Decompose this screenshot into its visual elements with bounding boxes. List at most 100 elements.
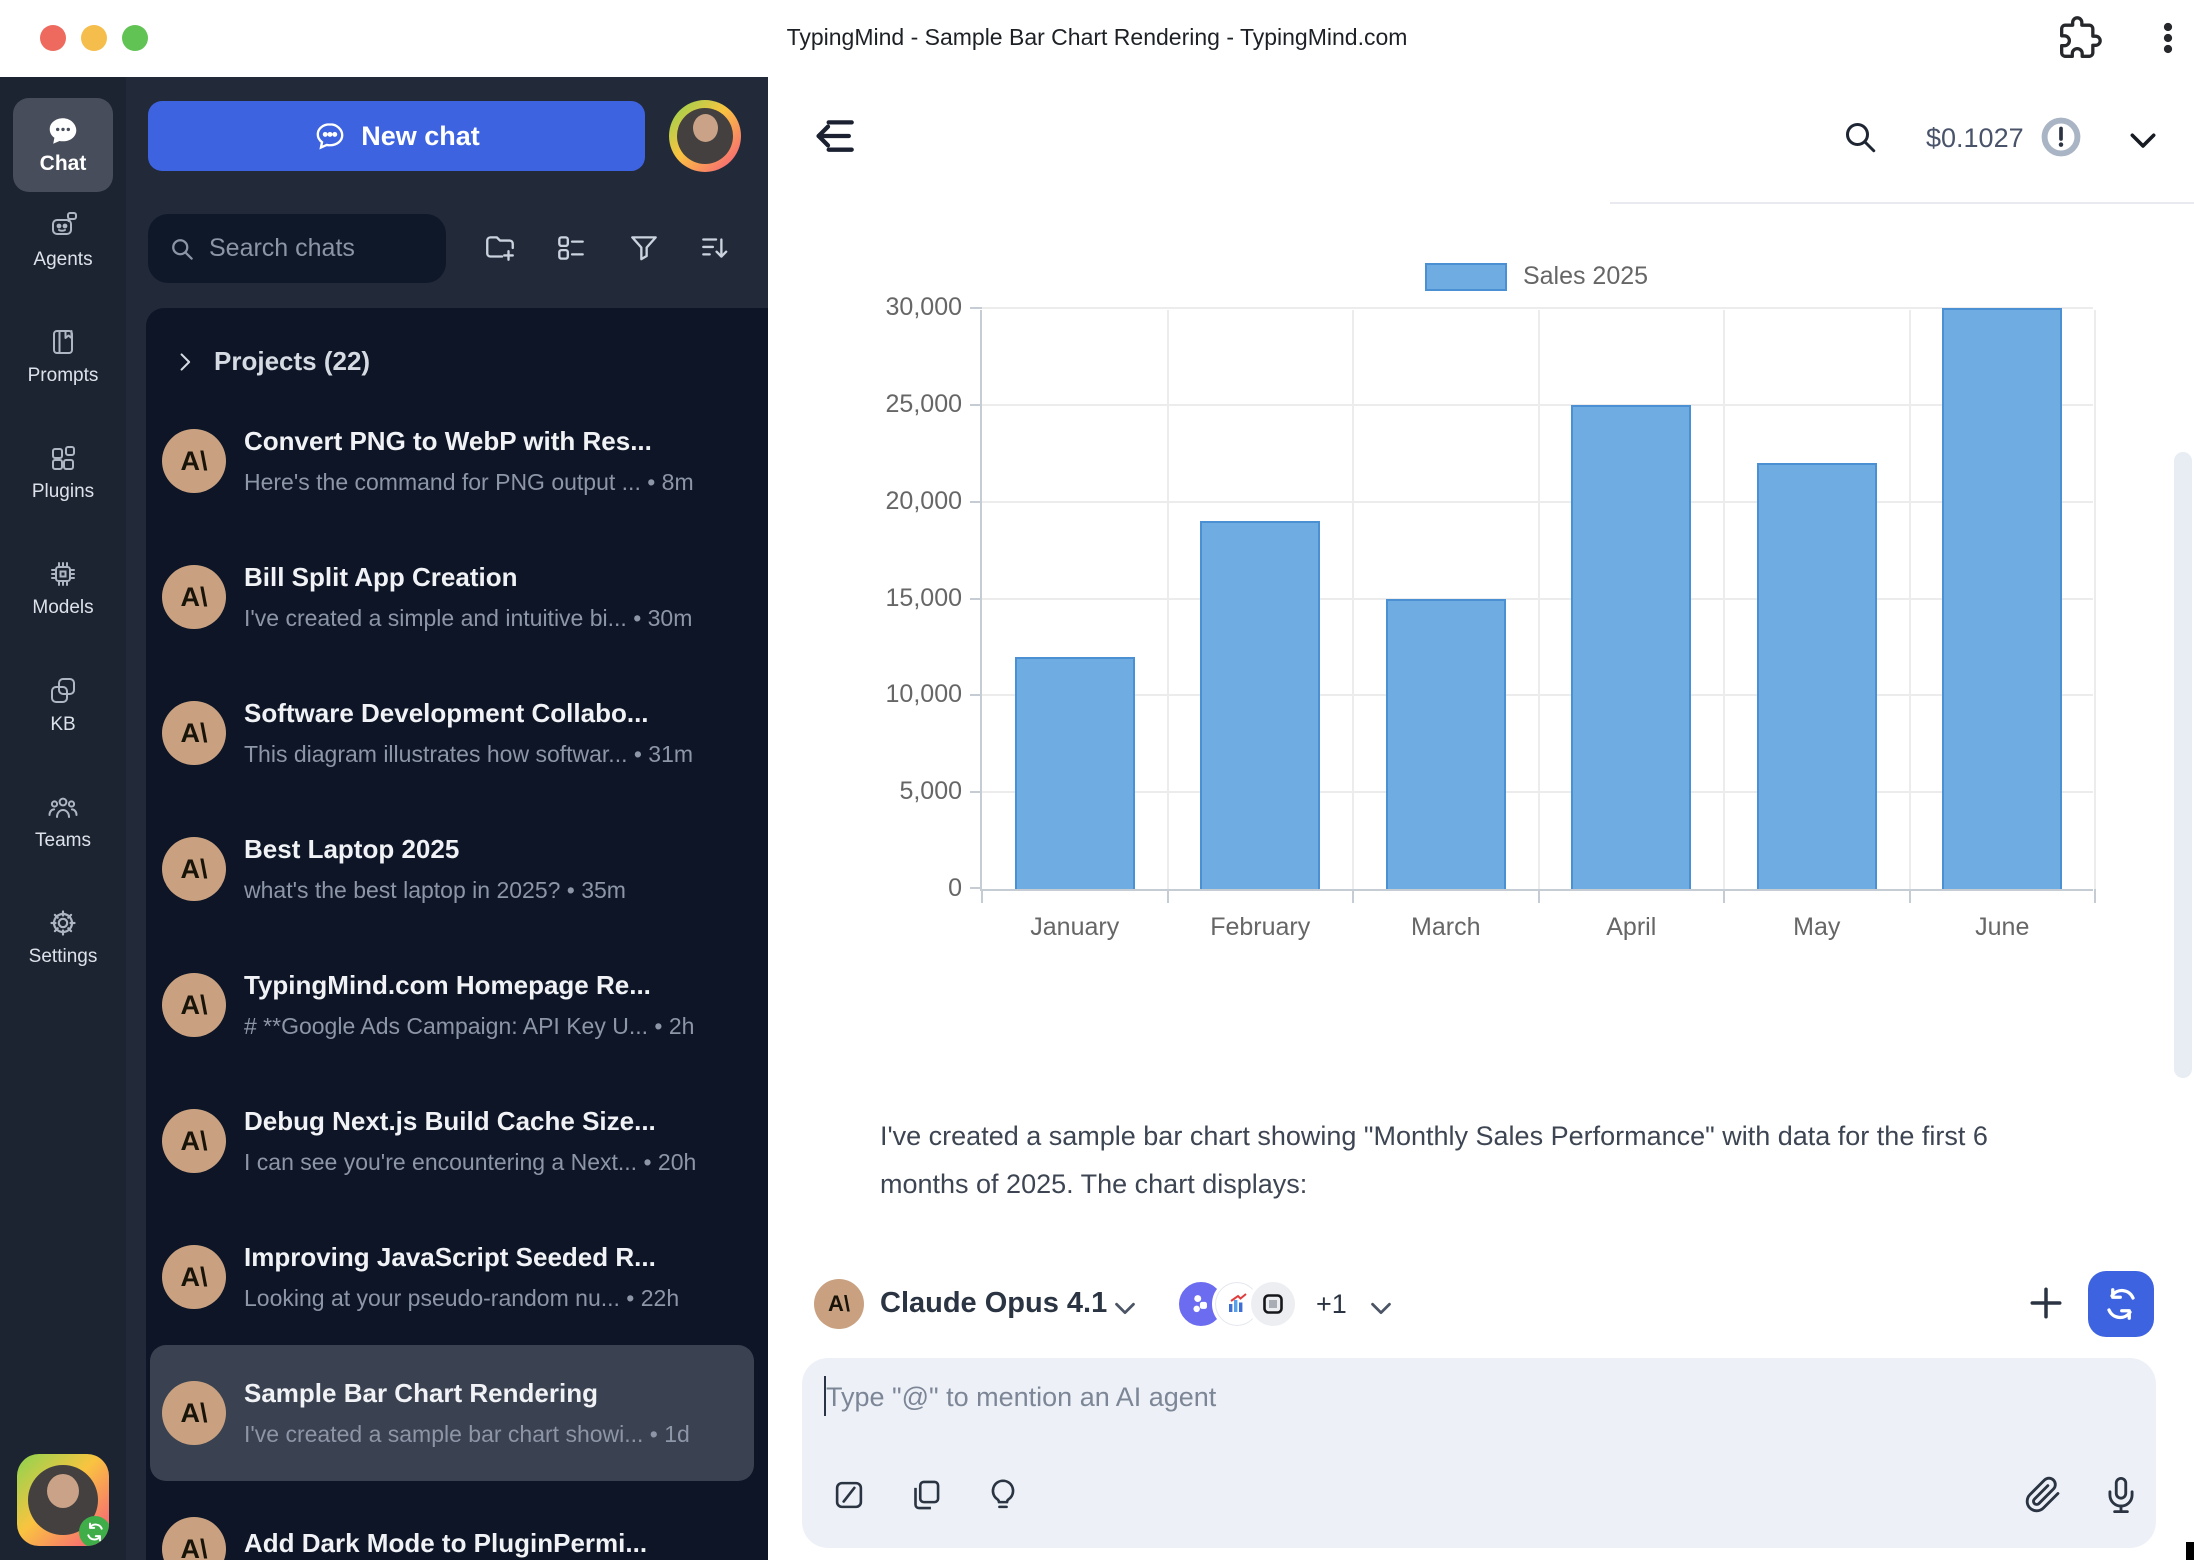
search-icon	[168, 235, 196, 263]
chip-icon	[47, 558, 79, 590]
bar-may[interactable]	[1757, 463, 1877, 889]
x-axis-label: May	[1724, 913, 1910, 942]
chat-list-item[interactable]: A\Convert PNG to WebP with Res...Here's …	[150, 393, 754, 529]
bar-april[interactable]	[1571, 405, 1691, 889]
user-avatar[interactable]	[669, 100, 741, 172]
robot-icon	[47, 210, 79, 242]
composer-toolbar: A\ Claude Opus 4.1 +1	[768, 1271, 2194, 1337]
anthropic-avatar: A\	[162, 1245, 226, 1309]
alert-circle-icon[interactable]	[2040, 116, 2082, 158]
kebab-menu-icon[interactable]	[2146, 16, 2190, 60]
chat-preview: I've created a simple and intuitive bi..…	[244, 605, 692, 632]
new-chat-label: New chat	[361, 121, 480, 152]
plugin-icon[interactable]	[1248, 1279, 1298, 1329]
extensions-puzzle-icon[interactable]	[2058, 16, 2102, 60]
rail-item-prompts[interactable]: Prompts	[0, 326, 126, 387]
rail-item-label: Prompts	[28, 365, 99, 387]
app-rail: Chat Agents Prompts	[0, 77, 126, 1560]
regenerate-button[interactable]	[2088, 1271, 2154, 1337]
bar-january[interactable]	[1015, 657, 1135, 889]
bar-june[interactable]	[1942, 308, 2062, 889]
legend-swatch	[1425, 263, 1507, 291]
chat-title: Software Development Collabo...	[244, 698, 693, 729]
new-chat-button[interactable]: New chat	[148, 101, 645, 171]
rail-item-kb[interactable]: KB	[0, 675, 126, 736]
chat-preview: what's the best laptop in 2025? • 35m	[244, 877, 626, 904]
chat-title: Add Dark Mode to PluginPermi...	[244, 1528, 647, 1559]
search-chats-input[interactable]: Search chats	[148, 214, 446, 283]
message-input[interactable]	[826, 1374, 1726, 1420]
plus-icon[interactable]	[2026, 1283, 2066, 1323]
y-axis-label: 10,000	[802, 680, 962, 709]
chat-list-item[interactable]: A\TypingMind.com Homepage Re...# **Googl…	[150, 937, 754, 1073]
assistant-message: I've created a sample bar chart showing …	[880, 1112, 2194, 1208]
chevron-down-icon[interactable]	[2124, 121, 2162, 159]
new-folder-icon[interactable]	[483, 231, 517, 265]
rail-item-teams[interactable]: Teams	[0, 791, 126, 852]
x-axis-label: March	[1353, 913, 1539, 942]
projects-header[interactable]: Projects (22)	[146, 308, 768, 377]
chat-list-item[interactable]: A\ Sample Bar Chart Rendering I've created…	[150, 1345, 754, 1481]
scrollbar-corner	[2186, 1542, 2194, 1560]
gear-icon	[47, 907, 79, 939]
rail-item-plugins[interactable]: Plugins	[0, 442, 126, 503]
rail-item-label: Chat	[40, 152, 87, 176]
y-axis-label: 0	[802, 874, 962, 903]
chat-sidebar: New chat Search chats	[126, 77, 768, 1560]
scrollbar-thumb[interactable]	[2174, 452, 2192, 1078]
rail-item-models[interactable]: Models	[0, 558, 126, 619]
chat-list-item[interactable]: A\Debug Next.js Build Cache Size...I can…	[150, 1073, 754, 1209]
chat-list-item[interactable]: A\Bill Split App CreationI've created a …	[150, 529, 754, 665]
anthropic-avatar: A\	[162, 429, 226, 493]
window-title: TypingMind - Sample Bar Chart Rendering …	[0, 24, 2194, 51]
chat-title: Sample Bar Chart Rendering	[244, 1378, 690, 1409]
sort-icon[interactable]	[698, 231, 732, 265]
edit-square-icon[interactable]	[830, 1476, 868, 1514]
anthropic-avatar: A\	[162, 837, 226, 901]
anthropic-avatar: A\	[162, 701, 226, 765]
y-axis-label: 30,000	[802, 293, 962, 322]
rail-item-label: Teams	[35, 830, 91, 852]
people-icon	[47, 791, 79, 823]
message-line: I've created a sample bar chart showing …	[880, 1112, 2194, 1160]
y-axis-label: 20,000	[802, 487, 962, 516]
filter-icon[interactable]	[627, 231, 661, 265]
chat-title: Best Laptop 2025	[244, 834, 626, 865]
rail-item-agents[interactable]: Agents	[0, 210, 126, 271]
user-avatar[interactable]	[17, 1454, 109, 1546]
chat-list-item[interactable]: A\ Add Dark Mode to PluginPermi...	[150, 1481, 754, 1560]
collapse-sidebar-icon[interactable]	[810, 113, 856, 159]
anthropic-avatar: A\	[814, 1279, 864, 1329]
chart-legend[interactable]: Sales 2025	[980, 262, 2093, 291]
anthropic-avatar: A\	[162, 1381, 226, 1445]
x-axis-label: January	[982, 913, 1168, 942]
rail-item-label: Models	[32, 597, 93, 619]
chevron-down-icon[interactable]	[1366, 1293, 1396, 1323]
rail-item-chat[interactable]: Chat	[13, 98, 113, 192]
anthropic-avatar: A\	[162, 1109, 226, 1173]
microphone-icon[interactable]	[2102, 1476, 2140, 1514]
cost-badge[interactable]: $0.1027	[1926, 123, 2024, 154]
bar-march[interactable]	[1386, 599, 1506, 890]
rail-item-settings[interactable]: Settings	[0, 907, 126, 968]
chat-preview: I've created a sample bar chart showi...…	[244, 1421, 690, 1448]
y-axis-label: 15,000	[802, 584, 962, 613]
chat-bubble-icon	[313, 119, 347, 153]
chat-list-item[interactable]: A\ Best Laptop 2025 what's the best laptop…	[150, 801, 754, 937]
chat-list-item[interactable]: A\Improving JavaScript Seeded R...Lookin…	[150, 1209, 754, 1345]
plugins-more-badge[interactable]: +1	[1316, 1289, 1347, 1320]
chevron-down-icon[interactable]	[1110, 1293, 1140, 1323]
copy-icon[interactable]	[906, 1476, 944, 1514]
bar-february[interactable]	[1200, 521, 1320, 889]
main-pane: $0.1027 Sales 2025 05,00010,00015,00020,…	[768, 77, 2194, 1560]
bar-chart: 05,00010,00015,00020,00025,00030,000Janu…	[980, 310, 2093, 891]
model-selector[interactable]: Claude Opus 4.1	[880, 1287, 1107, 1320]
paperclip-icon[interactable]	[2024, 1476, 2062, 1514]
chat-list-item[interactable]: A\Software Development Collabo...This di…	[150, 665, 754, 801]
chat-title: Convert PNG to WebP with Res...	[244, 426, 694, 457]
anthropic-avatar: A\	[162, 1517, 226, 1560]
lightbulb-icon[interactable]	[984, 1476, 1022, 1514]
projects-header-label: Projects (22)	[214, 346, 370, 377]
search-icon[interactable]	[1840, 117, 1880, 157]
bulk-select-icon[interactable]	[554, 231, 588, 265]
